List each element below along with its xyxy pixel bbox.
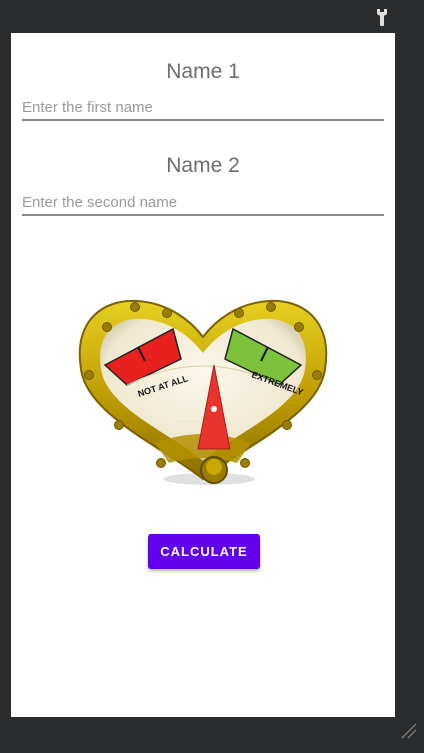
name2-input[interactable] [22, 190, 384, 216]
name1-label: Name 1 [166, 60, 240, 83]
wrench-icon [377, 9, 387, 26]
name2-label: Name 2 [166, 154, 240, 177]
app-screen: Name 1 Name 2 [11, 33, 395, 717]
name1-input[interactable] [22, 95, 384, 121]
calculate-button[interactable]: CALCULATE [148, 534, 260, 569]
resize-handle-icon[interactable] [400, 722, 418, 740]
love-meter-gauge: NOT AT ALL EXTREMELY [78, 299, 328, 485]
